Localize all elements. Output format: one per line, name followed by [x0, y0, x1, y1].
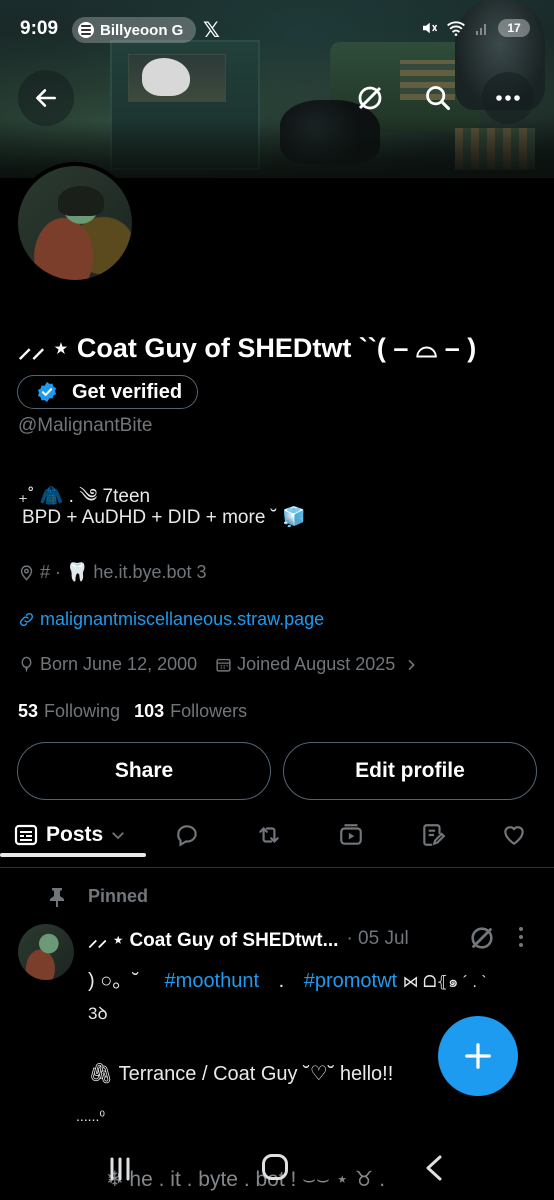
posts-tab-icon — [14, 824, 38, 846]
arrow-left-icon — [36, 89, 56, 107]
spotify-icon — [78, 22, 94, 38]
tab-articles[interactable] — [412, 812, 454, 858]
system-back-button[interactable] — [424, 1154, 444, 1187]
verified-badge-icon — [37, 381, 57, 403]
active-tab-indicator — [0, 853, 146, 857]
tab-posts[interactable]: Posts — [14, 812, 134, 858]
home-button[interactable] — [262, 1154, 288, 1180]
following-count[interactable]: 53 — [18, 701, 38, 722]
profile-website[interactable]: malignantmiscellaneous.straw.page — [18, 609, 324, 630]
pin-icon — [50, 887, 64, 907]
status-icons: 17 — [420, 19, 530, 37]
more-icon — [496, 95, 520, 101]
post-grok-button[interactable] — [468, 924, 496, 957]
articles-icon — [423, 824, 446, 846]
recent-apps-button[interactable] — [108, 1156, 132, 1187]
status-time: 9:09 — [20, 18, 59, 39]
post-text-fragment: . — [278, 970, 290, 992]
location-text: # · 🦷 he.it.bye.bot 3 — [40, 562, 207, 582]
hashtag-promotwt[interactable]: #promotwt — [304, 970, 397, 992]
search-icon — [426, 86, 451, 111]
link-icon — [19, 612, 34, 627]
recent-apps-icon — [110, 1157, 130, 1181]
post-text-line-1: ) ○。˘ #moothunt . #promotwt ⋈ ᗝ⦃๑ ´ . ` — [88, 964, 487, 995]
profile-handle: @MalignantBite — [18, 415, 153, 436]
tab-media[interactable] — [330, 812, 372, 858]
display-name: ⸝⸝ ⋆ Coat Guy of SHEDtwt ``( – ⌓ – ) — [18, 333, 477, 363]
pinned-indicator: Pinned — [48, 886, 148, 907]
born-text: Born June 12, 2000 — [40, 654, 198, 674]
get-verified-label: Get verified — [72, 380, 183, 403]
media-text: Billyeoon G — [100, 21, 184, 39]
signal-icon — [476, 24, 486, 35]
replies-icon — [177, 825, 197, 847]
post-header: ⸝⸝ ⋆ Coat Guy of SHEDtwt... · 05 Jul — [88, 926, 409, 952]
bio-line-2: BPD + AuDHD + DID + more ˘ 🧊 — [22, 507, 306, 528]
profile-avatar[interactable] — [14, 162, 136, 284]
followers-count[interactable]: 103 — [134, 701, 164, 722]
post-avatar[interactable] — [18, 924, 74, 980]
get-verified-button[interactable]: Get verified — [17, 375, 198, 409]
media-pill[interactable]: Billyeoon G — [72, 17, 196, 43]
tab-likes[interactable] — [493, 812, 535, 858]
grok-icon — [358, 86, 382, 110]
tab-posts-label: Posts — [46, 823, 104, 846]
post-author[interactable]: ⸝⸝ ⋆ Coat Guy of SHEDtwt... — [88, 926, 338, 952]
post-text-fragment: ⋈ ᗝ⦃๑ ´ . ` — [402, 974, 487, 991]
post-text-line-2: 3ꝺ — [88, 1004, 108, 1023]
post-more-button[interactable] — [517, 926, 525, 948]
x-logo-icon: 𝕏 — [203, 19, 220, 42]
plus-icon — [465, 1043, 491, 1069]
media-icon — [340, 824, 362, 845]
wifi-icon — [447, 21, 465, 36]
balloon-icon — [21, 656, 32, 672]
post-date[interactable]: · 05 Jul — [346, 928, 408, 950]
chevron-left-icon — [426, 1155, 442, 1181]
share-button[interactable]: Share — [17, 742, 271, 800]
chevron-down-icon — [112, 832, 125, 840]
followers-label[interactable]: Followers — [170, 701, 247, 722]
grok-button[interactable] — [344, 72, 396, 124]
post-text-line-3: 🖇 Terrance / Coat Guy ˘♡˘ hello!! — [88, 1063, 394, 1085]
chevron-right-icon[interactable] — [403, 657, 419, 673]
banner-cat — [142, 58, 190, 96]
profile-location: # · 🦷 he.it.bye.bot 3 — [18, 562, 207, 583]
battery-indicator: 17 — [498, 19, 530, 37]
post-text-fragment: ) ○。˘ — [88, 970, 139, 992]
tab-replies[interactable] — [166, 812, 208, 858]
reposts-icon — [259, 826, 279, 844]
profile-dates: Born June 12, 2000 Joined August 2025 — [18, 654, 419, 675]
avatar-hair — [58, 186, 104, 216]
edit-profile-button[interactable]: Edit profile — [283, 742, 537, 800]
joined-text: Joined August 2025 — [237, 654, 396, 674]
navbar-background-text: ❄ he . it . byte . bot ! ⌣⌣ ⋆ ♉ . — [106, 1168, 386, 1191]
location-pin-icon — [20, 565, 33, 581]
following-label[interactable]: Following — [44, 701, 120, 722]
pinned-label: Pinned — [88, 886, 149, 906]
follow-stats: 53 Following 103 Followers — [18, 701, 255, 722]
more-vertical-icon — [519, 927, 523, 947]
calendar-icon — [216, 658, 231, 672]
back-button[interactable] — [18, 70, 74, 126]
more-button[interactable] — [482, 72, 534, 124]
grok-icon — [471, 927, 493, 949]
profile-tabs: Posts — [0, 812, 554, 868]
post-text-line-4: ......⁰ — [76, 1108, 105, 1124]
compose-button[interactable] — [438, 1016, 518, 1096]
likes-icon — [504, 826, 524, 845]
search-button[interactable] — [412, 72, 464, 124]
status-bar: 9:09 Billyeoon G 𝕏 17 — [0, 16, 554, 44]
hashtag-moothunt[interactable]: #moothunt — [165, 970, 260, 992]
website-link[interactable]: malignantmiscellaneous.straw.page — [40, 609, 324, 630]
tab-reposts[interactable] — [248, 812, 290, 858]
mute-icon — [423, 22, 438, 34]
